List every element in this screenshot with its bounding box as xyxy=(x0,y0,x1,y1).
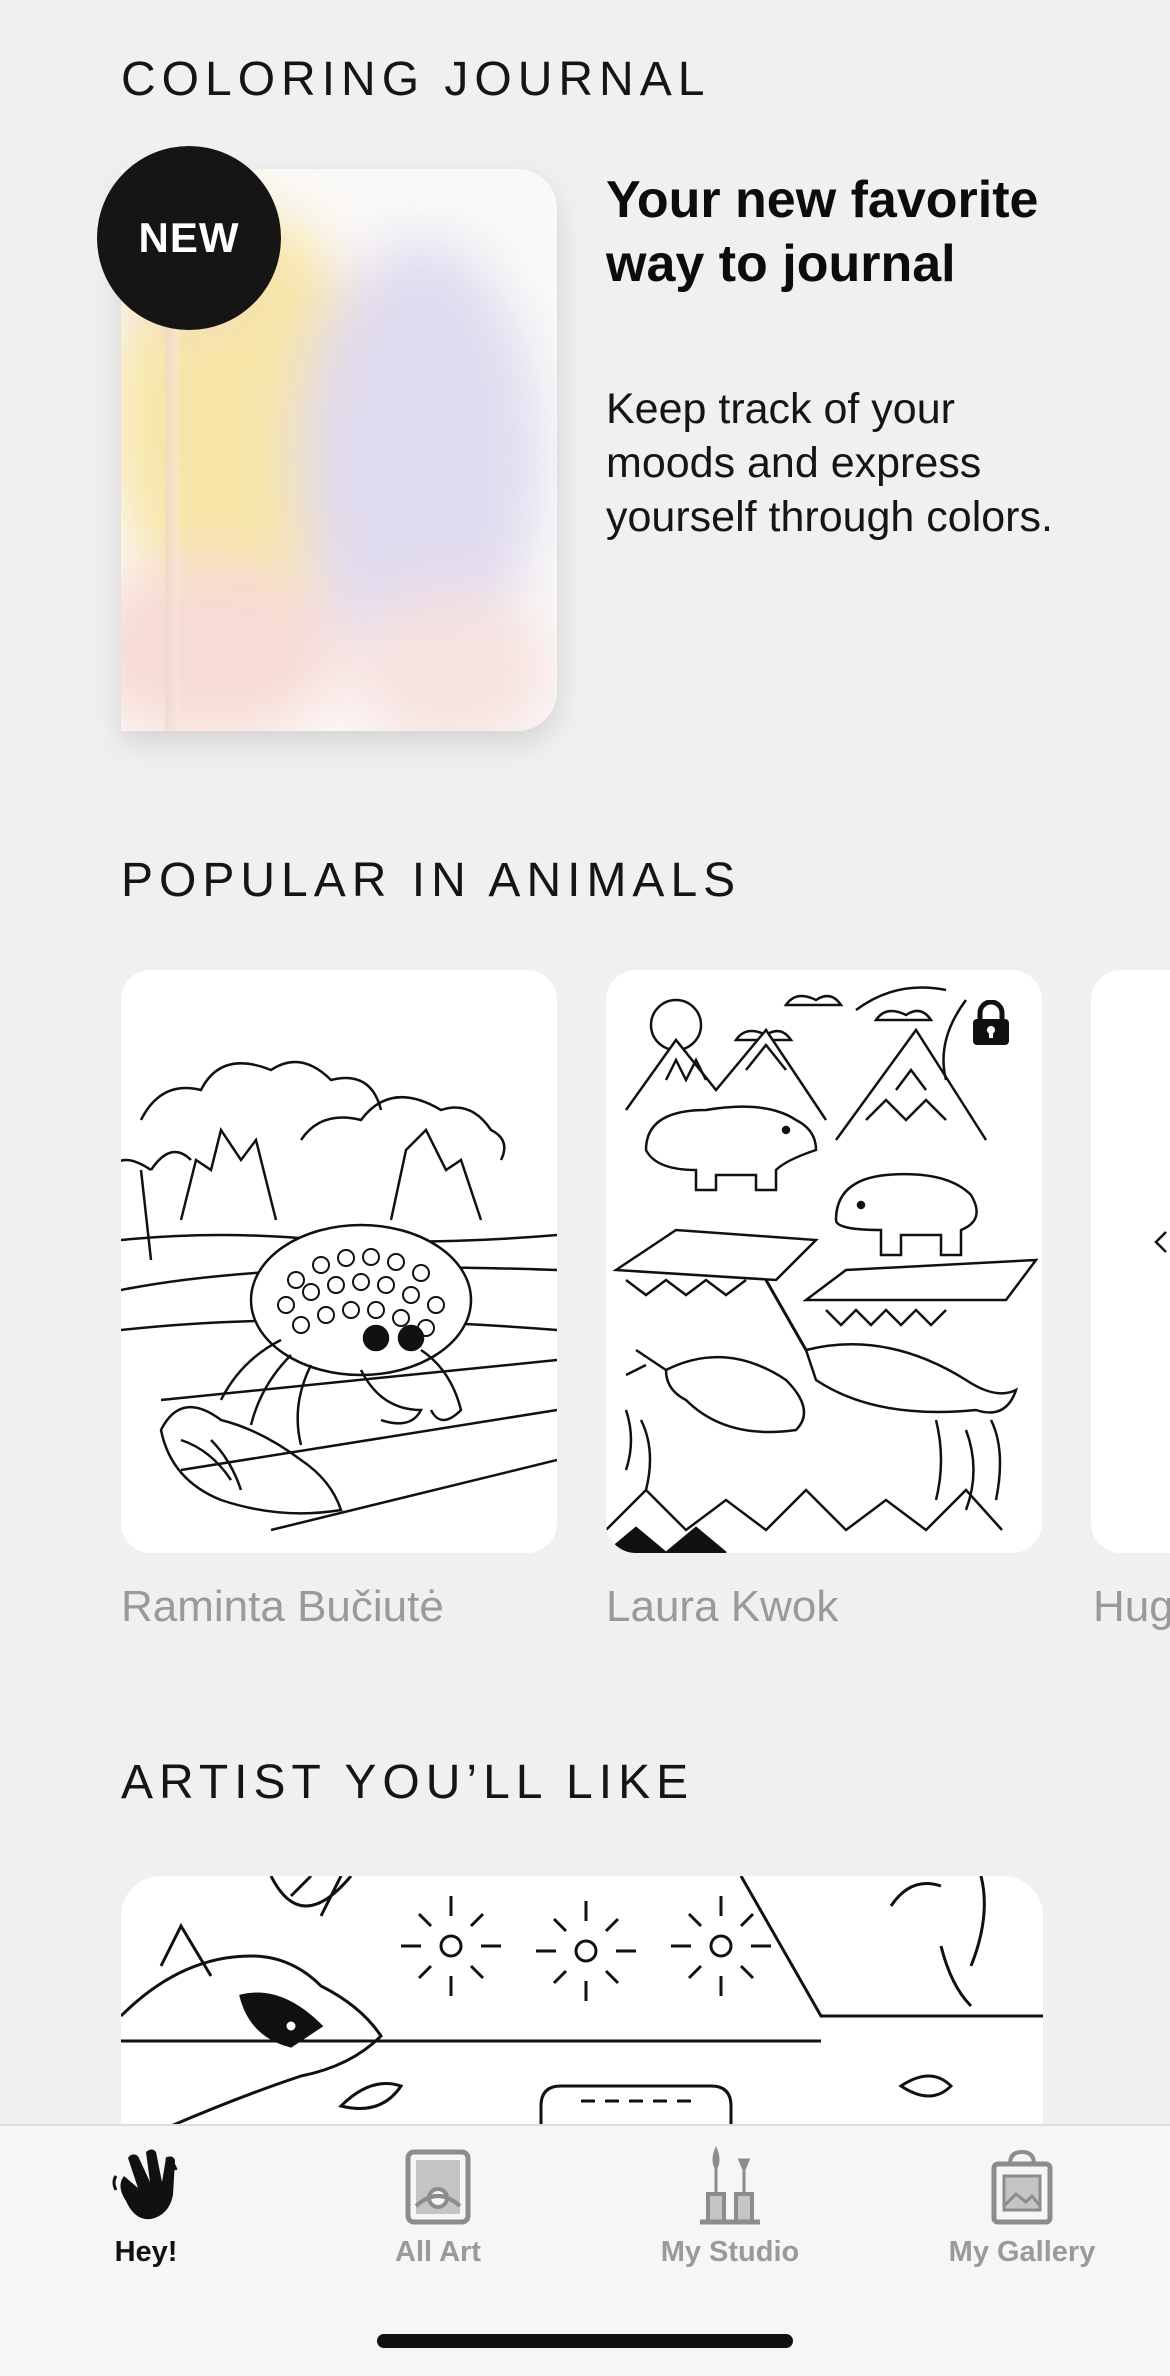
section-title-popular-animals: POPULAR IN ANIMALS xyxy=(121,854,742,907)
tab-my-studio[interactable]: My Studio xyxy=(630,2146,830,2269)
tab-label: My Gallery xyxy=(948,2236,1096,2268)
tab-my-gallery[interactable]: My Gallery xyxy=(922,2146,1122,2269)
artwork-card-arctic[interactable] xyxy=(606,970,1042,1553)
section-title-coloring-journal: COLORING JOURNAL xyxy=(121,53,711,106)
hand-wave-icon xyxy=(112,2149,178,2220)
journal-heading: Your new favorite way to journal xyxy=(606,171,1039,293)
artwork-card-partial[interactable] xyxy=(1091,970,1170,1553)
lock-icon xyxy=(973,1000,1009,1045)
artist-name[interactable]: Hug xyxy=(1093,1582,1170,1632)
brushes-icon xyxy=(700,2146,760,2225)
home-indicator[interactable] xyxy=(377,2334,793,2348)
tab-hey[interactable]: Hey! xyxy=(46,2146,246,2269)
tab-label: My Studio xyxy=(660,2236,800,2268)
new-badge-label: NEW xyxy=(138,214,240,261)
journal-description: Keep track of your moods and express you… xyxy=(606,385,1053,541)
section-title-artist: ARTIST YOU’LL LIKE xyxy=(121,1756,695,1809)
artist-name[interactable]: Laura Kwok xyxy=(606,1582,838,1632)
picture-frame-icon xyxy=(405,2149,471,2225)
gallery-bag-icon xyxy=(991,2149,1053,2225)
tab-label: All Art xyxy=(395,2236,481,2268)
artist-name[interactable]: Raminta Bučiutė xyxy=(121,1582,444,1632)
tab-all-art[interactable]: All Art xyxy=(338,2146,538,2269)
new-badge: NEW xyxy=(86,135,292,341)
artwork-card-crab[interactable] xyxy=(121,970,557,1553)
tab-label: Hey! xyxy=(114,2236,178,2268)
artist-banner-image[interactable] xyxy=(121,1876,1043,2136)
